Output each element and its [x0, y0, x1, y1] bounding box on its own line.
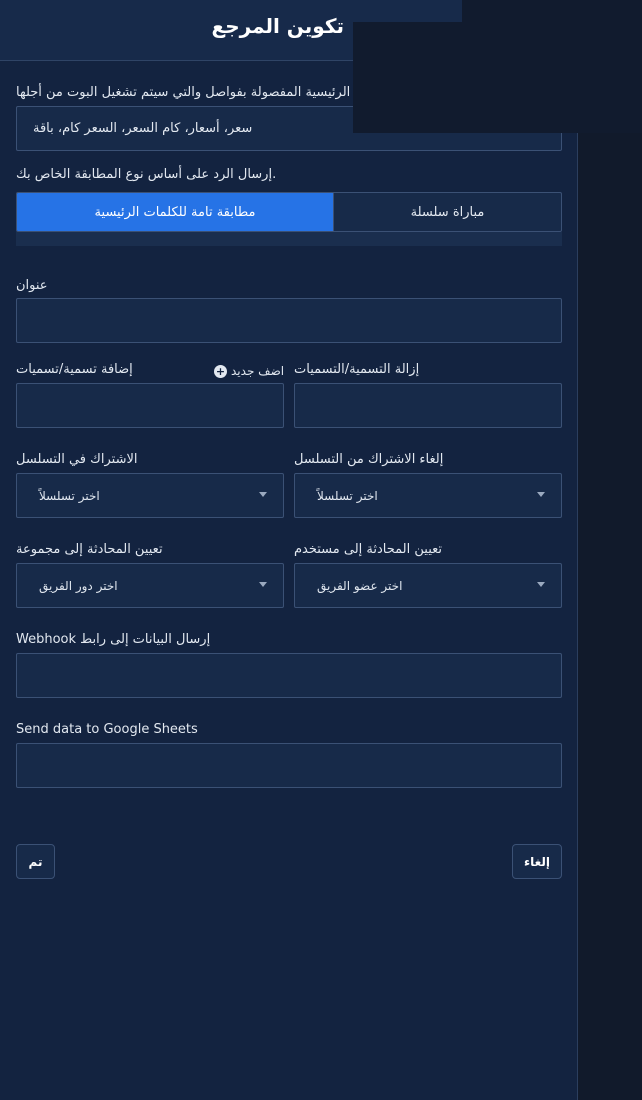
- toggle-underline: [16, 232, 562, 246]
- assign-user-label: تعيين المحادثة إلى مستخدم: [294, 542, 443, 557]
- keywords-label: الرئيسية المفصولة بفواصل والتي سيتم تشغي…: [16, 85, 351, 100]
- page-title: تكوين المرجع: [211, 14, 344, 38]
- assign-user-select[interactable]: اختر عضو الفريق: [294, 563, 562, 608]
- match-type-toggle: مطابقة تامة للكلمات الرئيسية مباراة سلسل…: [16, 192, 562, 232]
- remove-label-input[interactable]: [294, 383, 562, 428]
- backdrop-strip: [578, 0, 642, 1100]
- subscribe-sequence-value: اختر تسلسلاً: [39, 489, 100, 503]
- done-button[interactable]: تم: [16, 844, 55, 879]
- google-sheets-label: Send data to Google Sheets: [16, 722, 198, 737]
- add-new-link[interactable]: + اضف جديد: [214, 363, 284, 379]
- assign-group-select[interactable]: اختر دور الفريق: [16, 563, 284, 608]
- overlay-block-top: [462, 0, 642, 133]
- cancel-button[interactable]: إلغاء: [512, 844, 562, 879]
- unsubscribe-sequence-select[interactable]: اختر تسلسلاً: [294, 473, 562, 518]
- add-new-text: اضف جديد: [231, 364, 285, 378]
- remove-label-label: إزالة التسمية/التسميات: [294, 362, 420, 377]
- chevron-down-icon: [537, 582, 545, 587]
- add-label-input[interactable]: [16, 383, 284, 428]
- unsubscribe-sequence-value: اختر تسلسلاً: [317, 489, 378, 503]
- webhook-input[interactable]: [16, 653, 562, 698]
- title-input[interactable]: [16, 298, 562, 343]
- keywords-value: سعر، أسعار، كام السعر، السعر كام، باقة: [33, 121, 253, 136]
- assign-group-value: اختر دور الفريق: [39, 579, 118, 593]
- google-sheets-input[interactable]: [16, 743, 562, 788]
- chevron-down-icon: [259, 582, 267, 587]
- subscribe-sequence-select[interactable]: اختر تسلسلاً: [16, 473, 284, 518]
- subscribe-sequence-label: الاشتراك في التسلسل: [16, 452, 138, 467]
- chevron-down-icon: [259, 492, 267, 497]
- match-type-label: .إرسال الرد على أساس نوع المطابقة الخاص …: [16, 167, 277, 182]
- add-label-label: إضافة تسمية/تسميات: [16, 362, 133, 377]
- assign-group-label: تعيين المحادثة إلى مجموعة: [16, 542, 163, 557]
- plus-icon: +: [214, 364, 227, 378]
- title-label: عنوان: [16, 278, 48, 293]
- unsubscribe-sequence-label: إلغاء الاشتراك من التسلسل: [294, 452, 444, 467]
- string-match-option[interactable]: مباراة سلسلة: [333, 193, 561, 231]
- webhook-label: إرسال البيانات إلى رابط Webhook: [16, 632, 211, 647]
- assign-user-value: اختر عضو الفريق: [317, 579, 403, 593]
- chevron-down-icon: [537, 492, 545, 497]
- exact-match-option[interactable]: مطابقة تامة للكلمات الرئيسية: [17, 193, 333, 231]
